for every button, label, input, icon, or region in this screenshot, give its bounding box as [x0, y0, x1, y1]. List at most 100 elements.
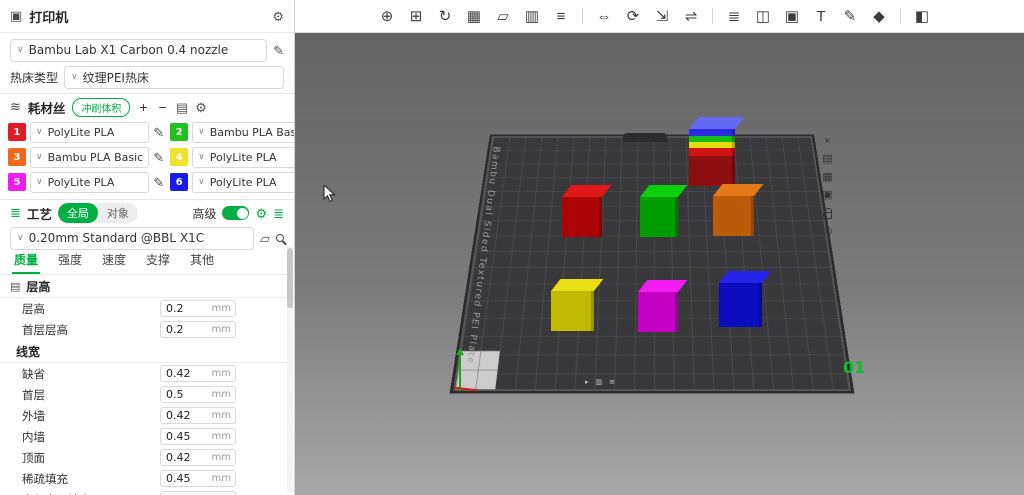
model-cube-orange[interactable]: [713, 184, 754, 236]
filament-grid: 1 ∨ PolyLite PLA ✎ 2 ∨ Bambu PLA Basic ✎…: [0, 119, 294, 198]
paste-icon[interactable]: ▥: [520, 4, 544, 28]
split-to-objects-icon[interactable]: ◫: [751, 4, 775, 28]
object-list-icon[interactable]: ≡: [549, 4, 573, 28]
y-axis-arrow: [459, 351, 461, 391]
filament-select[interactable]: ∨ PolyLite PLA: [30, 172, 149, 193]
flush-volume-button[interactable]: 冲刷体积: [72, 98, 130, 117]
move-icon[interactable]: ⇔: [592, 4, 616, 28]
cube-front-face: [713, 196, 754, 236]
model-cube-blue[interactable]: [719, 271, 762, 327]
filament-select[interactable]: ∨ Bambu PLA Basic: [192, 122, 295, 143]
filament-edit-icon[interactable]: ✎: [153, 176, 164, 189]
chevron-down-icon: ∨: [17, 45, 24, 55]
param-input[interactable]: 0.45 mm: [160, 470, 236, 487]
param-input[interactable]: 0.2 mm: [160, 300, 236, 317]
filament-color-chip[interactable]: 5: [8, 173, 26, 191]
filament-slot: 6 ∨ PolyLite PLA ✎: [170, 171, 295, 193]
rotate-icon[interactable]: ⟳: [621, 4, 645, 28]
filament-select[interactable]: ∨ PolyLite PLA: [192, 172, 295, 193]
arrange-icon[interactable]: ▦: [462, 4, 486, 28]
compare-preset-icon[interactable]: ▱: [260, 232, 270, 245]
scope-objects-option[interactable]: 对象: [98, 203, 138, 223]
chevron-down-icon: ∨: [36, 127, 43, 137]
plate-name-icon[interactable]: ◎: [819, 223, 836, 238]
printer-settings-gear-icon[interactable]: ⚙: [272, 10, 284, 23]
param-input[interactable]: 0.42 mm: [160, 365, 236, 382]
tab-support[interactable]: 支撑: [144, 249, 172, 274]
auto-orient-icon[interactable]: ↻: [433, 4, 457, 28]
printer-edit-icon[interactable]: ✎: [273, 44, 284, 57]
filament-edit-icon[interactable]: ✎: [153, 126, 164, 139]
build-plate[interactable]: [453, 136, 851, 391]
filament-select[interactable]: ∨ PolyLite PLA: [192, 147, 295, 168]
mirror-icon[interactable]: ⇌: [679, 4, 703, 28]
bed-type-select[interactable]: ∨ 纹理PEI热床: [64, 66, 284, 89]
filament-color-chip[interactable]: 3: [8, 148, 26, 166]
remove-filament-button[interactable]: −: [157, 100, 169, 114]
param-value: 0.42: [161, 409, 191, 422]
tower-top-face: [689, 117, 744, 129]
param-label: 首层层高: [22, 322, 160, 338]
filament-settings-gear-icon[interactable]: ⚙: [195, 101, 207, 114]
orient-plate-icon[interactable]: ▣: [819, 187, 836, 202]
ams-sync-icon[interactable]: ▤: [176, 101, 188, 114]
lock-plate-icon[interactable]: [819, 205, 836, 220]
scrollbar-thumb[interactable]: [287, 248, 293, 308]
process-preset-select[interactable]: ∨ 0.20mm Standard @BBL X1C: [10, 227, 254, 250]
delete-plate-icon[interactable]: ×: [819, 133, 836, 148]
cube-front-face: [638, 292, 678, 332]
add-filament-button[interactable]: +: [137, 100, 149, 114]
model-multicolor-tower[interactable]: [689, 117, 735, 186]
param-value: 0.2: [161, 302, 184, 315]
filament-color-chip[interactable]: 6: [170, 173, 188, 191]
seam-paint-icon[interactable]: ◆: [867, 4, 891, 28]
param-label: 稀疏填充: [22, 471, 160, 487]
bambu-studio-window: ▣ 打印机 ⚙ ∨ Bambu Lab X1 Carbon 0.4 nozzle…: [0, 0, 1024, 495]
param-row: 稀疏填充 0.45 mm: [0, 468, 294, 489]
advanced-mode-toggle[interactable]: [222, 206, 249, 220]
filament-edit-icon[interactable]: ✎: [153, 151, 164, 164]
search-icon[interactable]: [276, 234, 284, 242]
tab-others[interactable]: 其他: [188, 249, 216, 274]
text-tool-icon[interactable]: T: [809, 4, 833, 28]
scale-icon[interactable]: ⇲: [650, 4, 674, 28]
process-scope-toggle[interactable]: 全局 对象: [58, 203, 138, 223]
param-input[interactable]: 0.42 mm: [160, 449, 236, 466]
tab-strength[interactable]: 强度: [56, 249, 84, 274]
model-cube-green[interactable]: [640, 185, 678, 237]
assembly-view-icon[interactable]: ▣: [780, 4, 804, 28]
param-label: 层高: [22, 301, 160, 317]
scope-global-option[interactable]: 全局: [58, 203, 98, 223]
arrange-plate-icon[interactable]: ▦: [819, 169, 836, 184]
filament-color-chip[interactable]: 2: [170, 123, 188, 141]
plate-number-label: 01: [843, 358, 865, 377]
param-input[interactable]: 0.2 mm: [160, 321, 236, 338]
variable-layer-height-icon[interactable]: ≣: [722, 4, 746, 28]
filament-color-chip[interactable]: 1: [8, 123, 26, 141]
filament-select[interactable]: ∨ Bambu PLA Basic: [30, 147, 149, 168]
param-input[interactable]: 0.42 mm: [160, 407, 236, 424]
model-cube-yellow[interactable]: [551, 279, 594, 331]
model-cube-magenta[interactable]: [638, 280, 678, 332]
add-object-icon[interactable]: ⊕: [375, 4, 399, 28]
plate-front-markings: ▸ ▥ ≡: [585, 378, 615, 386]
model-cube-red[interactable]: [562, 185, 602, 237]
tab-quality[interactable]: 质量: [12, 249, 40, 274]
param-input[interactable]: 0.5 mm: [160, 386, 236, 403]
parameter-list-icon[interactable]: ≣: [273, 207, 284, 220]
copy-icon[interactable]: ▱: [491, 4, 515, 28]
plate-settings-icon[interactable]: ▤: [819, 151, 836, 166]
param-input[interactable]: 0.42 mm: [160, 491, 236, 495]
sidebar-scrollbar[interactable]: [287, 246, 293, 493]
printer-select[interactable]: ∨ Bambu Lab X1 Carbon 0.4 nozzle: [10, 39, 267, 62]
param-input[interactable]: 0.45 mm: [160, 428, 236, 445]
tab-speed[interactable]: 速度: [100, 249, 128, 274]
partition-icon[interactable]: ◧: [910, 4, 934, 28]
color-paint-icon[interactable]: ✎: [838, 4, 862, 28]
process-settings-icon[interactable]: ⚙: [255, 207, 267, 220]
filament-select[interactable]: ∨ PolyLite PLA: [30, 122, 149, 143]
printer-section-title: 打印机: [29, 7, 68, 26]
add-plate-icon[interactable]: ⊞: [404, 4, 428, 28]
scene-canvas[interactable]: Bambu Dual Sided Textured PEI Plate: [295, 33, 1024, 495]
filament-color-chip[interactable]: 4: [170, 148, 188, 166]
